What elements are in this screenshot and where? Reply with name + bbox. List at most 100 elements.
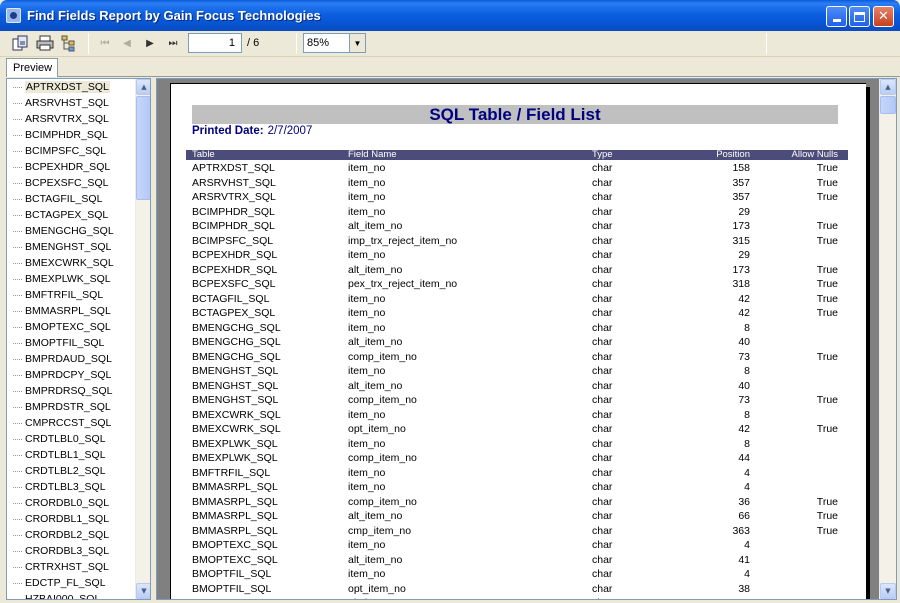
cell-table: BMOPTEXC_SQL (192, 539, 278, 551)
tree-item[interactable]: ARSRVTRX_SQL (7, 111, 135, 127)
tree-item[interactable]: CRORDBL3_SQL (7, 543, 135, 559)
cell-position: 8 (744, 365, 750, 377)
table-row: BMOPTEXC_SQL alt_item_no char 41 (186, 553, 848, 568)
tree-item[interactable]: APTRXDST_SQL (7, 79, 135, 95)
cell-field-name: item_no (348, 191, 386, 203)
scroll-down-button[interactable]: ▼ (136, 583, 150, 599)
table-row: BMENGHST_SQL alt_item_no char 40 (186, 379, 848, 394)
cell-position: 40 (738, 379, 750, 392)
cell-position: 42 (738, 292, 750, 305)
chevron-down-icon[interactable]: ▼ (349, 34, 365, 52)
tree-item[interactable]: BCTAGPEX_SQL (7, 207, 135, 223)
tree-item[interactable]: BMPRDRSQ_SQL (7, 383, 135, 399)
minimize-button[interactable] (826, 6, 847, 27)
tree-item[interactable]: BMENGHST_SQL (7, 239, 135, 255)
cell-position: 4 (744, 481, 750, 493)
cell-allow-nulls: True (816, 162, 838, 174)
cell-type: char (592, 437, 613, 450)
report-page: SQL Table / Field List Printed Date: 2/7/… (170, 83, 866, 599)
zoom-select[interactable]: 85% ▼ (303, 33, 366, 53)
tree-item[interactable]: BCIMPSFC_SQL (7, 143, 135, 159)
tree-item[interactable]: ARSRVHST_SQL (7, 95, 135, 111)
cell-field-name: item_no (348, 307, 386, 319)
cell-type: char (592, 596, 612, 599)
cell-field-name: alt_item_no (348, 596, 402, 599)
tree-item[interactable]: BMPRDAUD_SQL (7, 351, 135, 367)
tree-toggle-icon (61, 35, 75, 52)
first-page-icon: ⏮ (100, 37, 110, 49)
cell-table: BCPEXSFC_SQL (192, 278, 276, 290)
table-row: BCIMPSFC_SQL imp_trx_reject_item_no char 31… (186, 234, 848, 249)
tree-scrollbar[interactable]: ▲ ▼ (135, 79, 150, 599)
tree-item[interactable]: BMOPTEXC_SQL (7, 319, 135, 335)
tree-item[interactable]: HZBAI000_SQL (7, 591, 135, 599)
scroll-thumb[interactable] (136, 96, 150, 200)
scroll-up-button[interactable]: ▲ (880, 79, 896, 95)
tree-item[interactable]: CRORDBL2_SQL (7, 527, 135, 543)
table-body: APTRXDST_SQL item_no char 158 True ARSRVHST_S… (186, 161, 848, 599)
preview-scrollbar[interactable]: ▲ ▼ (879, 79, 896, 599)
tree-item[interactable]: CRDTLBL1_SQL (7, 447, 135, 463)
tree-item[interactable]: BCPEXSFC_SQL (7, 175, 135, 191)
page-number-input[interactable]: 1 (188, 33, 242, 53)
tree-item[interactable]: EDCTP_FL_SQL (7, 575, 135, 591)
tree-item[interactable]: CRDTLBL0_SQL (7, 431, 135, 447)
next-page-button[interactable]: ▶ (141, 34, 159, 52)
tree-item[interactable]: BMOPTFIL_SQL (7, 335, 135, 351)
tree-item[interactable]: CRORDBL0_SQL (7, 495, 135, 511)
table-tree[interactable]: APTRXDST_SQL ARSRVHST_SQL ARSRVTRX_SQL BCIM… (6, 78, 151, 600)
cell-position: 69 (738, 596, 750, 599)
close-button[interactable]: ✕ (873, 6, 894, 27)
scroll-thumb[interactable] (880, 96, 896, 114)
print-button[interactable] (34, 33, 56, 53)
maximize-button[interactable] (849, 6, 870, 27)
cell-field-name: opt_item_no (348, 582, 406, 595)
cell-position: 36 (738, 495, 750, 508)
tree-item[interactable]: CRTRXHST_SQL (7, 559, 135, 575)
tree-item[interactable]: CRORDBL1_SQL (7, 511, 135, 527)
cell-type: char (592, 162, 613, 174)
tree-item[interactable]: BMENGCHG_SQL (7, 223, 135, 239)
scroll-up-button[interactable]: ▲ (136, 79, 150, 95)
tree-item[interactable]: BCPEXHDR_SQL (7, 159, 135, 175)
tree-item[interactable]: CRDTLBL3_SQL (7, 479, 135, 495)
tree-item[interactable]: BMFTRFIL_SQL (7, 287, 135, 303)
scroll-down-button[interactable]: ▼ (880, 583, 896, 599)
cell-position: 73 (738, 350, 750, 363)
cell-table: BMMASRPL_SQL (192, 481, 278, 493)
tree-item[interactable]: BMPRDCPY_SQL (7, 367, 135, 383)
tab-preview[interactable]: Preview (6, 58, 58, 77)
cell-type: char (592, 350, 613, 363)
cell-type: char (592, 423, 613, 435)
cell-field-name: item_no (348, 481, 386, 493)
cell-table: ARSRVTRX_SQL (192, 191, 276, 203)
print-icon (36, 35, 54, 51)
cell-table: BCIMPHDR_SQL (192, 220, 275, 232)
tree-item[interactable]: CRDTLBL2_SQL (7, 463, 135, 479)
column-header-position: Position (716, 149, 750, 160)
report-preview[interactable]: SQL Table / Field List Printed Date: 2/7/… (156, 78, 897, 600)
tree-item-label: CRORDBL0_SQL (25, 497, 110, 509)
tree-item[interactable]: BMMASRPL_SQL (7, 303, 135, 319)
title-bar[interactable]: Find Fields Report by Gain Focus Technol… (0, 0, 900, 31)
last-page-button[interactable]: ⏭ (164, 34, 182, 52)
tree-item[interactable]: BMPRDSTR_SQL (7, 399, 135, 415)
tree-item[interactable]: BCTAGFIL_SQL (7, 191, 135, 207)
app-icon[interactable] (6, 8, 21, 23)
tree-item[interactable]: BMEXCWRK_SQL (7, 255, 135, 271)
table-row: BMOPTEXC_SQL item_no char 4 (186, 538, 848, 553)
printed-date: Printed Date: 2/7/2007 (192, 125, 312, 137)
cell-position: 42 (738, 307, 750, 319)
tree-item[interactable]: BMEXPLWK_SQL (7, 271, 135, 287)
cell-field-name: opt_item_no (348, 423, 406, 435)
table-row: ARSRVTRX_SQL item_no char 357 True (186, 190, 848, 205)
table-row: BMEXPLWK_SQL item_no char 8 (186, 437, 848, 452)
prev-page-button[interactable]: ◀ (118, 34, 136, 52)
tree-item[interactable]: CMPRCCST_SQL (7, 415, 135, 431)
export-button[interactable] (9, 33, 31, 53)
tree-item-label: CMPRCCST_SQL (25, 417, 112, 429)
tree-toggle-button[interactable] (58, 33, 80, 53)
cell-type: char (592, 191, 613, 203)
first-page-button[interactable]: ⏮ (96, 34, 114, 52)
tree-item[interactable]: BCIMPHDR_SQL (7, 127, 135, 143)
